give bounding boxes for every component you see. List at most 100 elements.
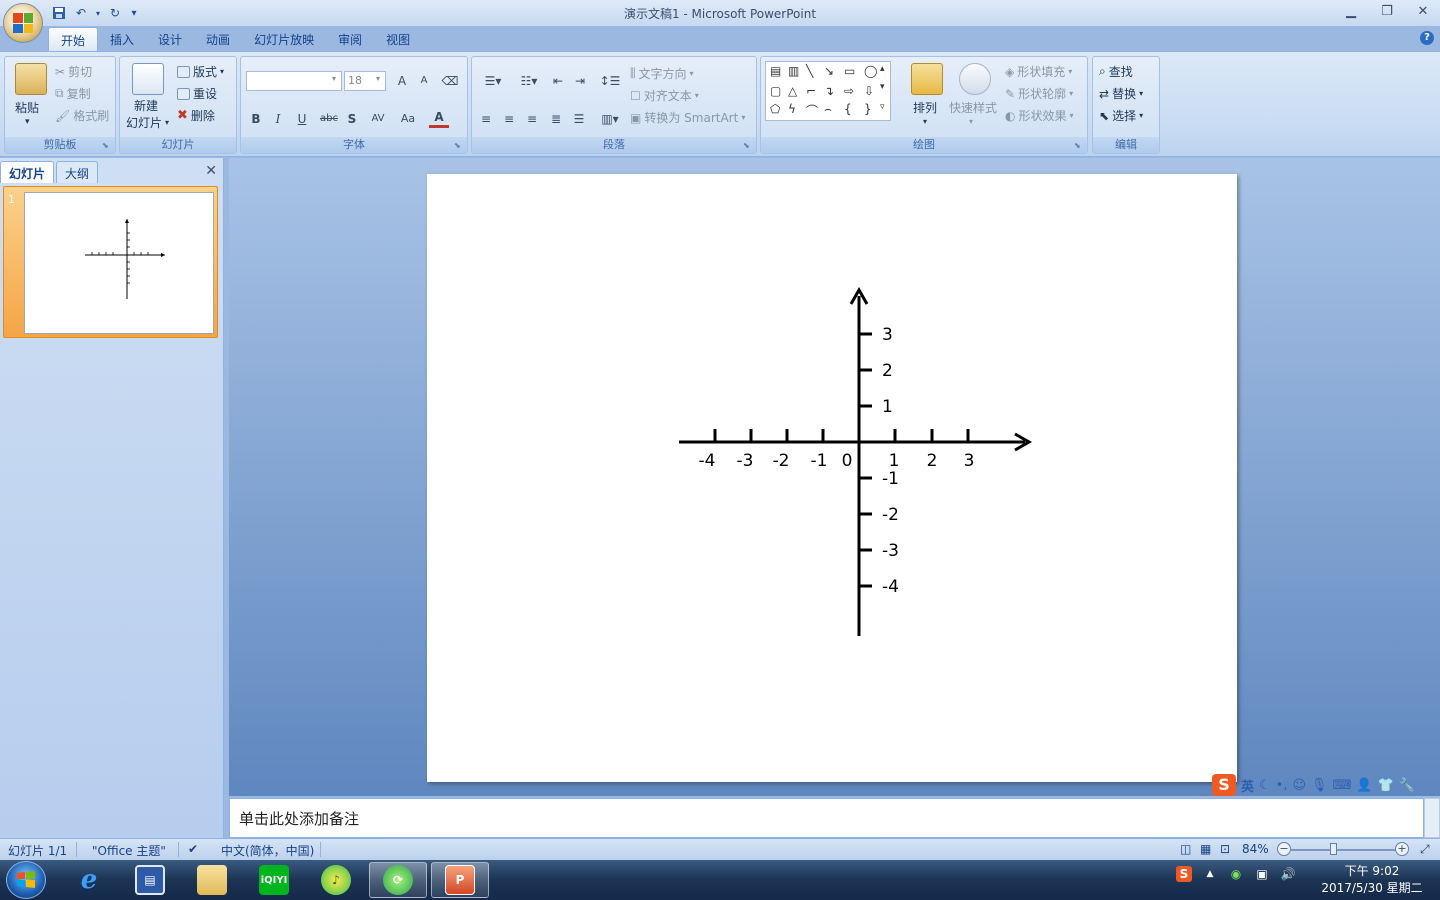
left-brace-shape-icon[interactable]: { bbox=[844, 102, 852, 116]
slideshow-view-icon[interactable]: ⊡ bbox=[1220, 842, 1230, 856]
justify-icon[interactable]: ≣ bbox=[546, 109, 566, 129]
shape-fill-button[interactable]: ◈ 形状填充 ▾ bbox=[1005, 63, 1072, 80]
elbow-arrow-shape-icon[interactable]: ↴ bbox=[824, 84, 834, 98]
change-case-button[interactable]: Aa bbox=[395, 109, 421, 129]
tab-outline-pane[interactable]: 大纲 bbox=[56, 161, 99, 183]
taskbar-internet-explorer[interactable]: e bbox=[60, 862, 118, 898]
format-painter-button[interactable]: 🖌 格式刷 bbox=[55, 107, 109, 124]
paste-button[interactable]: 粘贴 bbox=[15, 99, 39, 116]
fit-to-window-icon[interactable]: ⤢ bbox=[1420, 842, 1430, 857]
system-clock[interactable]: 下午 9:02 2017/5/30 星期二 bbox=[1312, 863, 1432, 897]
taskbar-iqiyi[interactable]: iQIYI bbox=[245, 862, 303, 898]
copy-button[interactable]: ⧉ 复制 bbox=[55, 85, 91, 102]
slide-sorter-view-icon[interactable]: ▦ bbox=[1200, 842, 1211, 856]
clipboard-launcher-icon[interactable]: ⬊ bbox=[102, 141, 112, 151]
sogou-tray-icon[interactable]: S bbox=[1176, 866, 1192, 882]
close-panel-icon[interactable]: ✕ bbox=[205, 163, 217, 179]
textbox-shape-icon[interactable]: ▤ bbox=[770, 64, 781, 78]
elbow-connector-shape-icon[interactable]: ⌐ bbox=[806, 84, 816, 98]
align-right-icon[interactable]: ≡ bbox=[522, 109, 542, 129]
underline-button[interactable]: U bbox=[292, 109, 312, 129]
notes-scrollbar[interactable] bbox=[1424, 798, 1440, 838]
emoji-icon[interactable]: ☺ bbox=[1292, 778, 1306, 793]
replace-button[interactable]: ⇄ 替换 ▾ bbox=[1099, 85, 1143, 102]
gallery-more-icon[interactable]: ▿ bbox=[880, 102, 885, 112]
help-icon[interactable]: ? bbox=[1420, 31, 1434, 45]
shape-outline-button[interactable]: ✎ 形状轮廓 ▾ bbox=[1005, 85, 1073, 102]
microphone-icon[interactable]: 🎙 bbox=[1311, 778, 1328, 793]
arc-shape-icon[interactable]: ⌢ bbox=[824, 102, 832, 117]
right-brace-shape-icon[interactable]: } bbox=[864, 102, 872, 116]
line-shape-icon[interactable]: ╲ bbox=[806, 64, 813, 78]
drawing-launcher-icon[interactable]: ⬊ bbox=[1074, 141, 1084, 151]
tab-animations[interactable]: 动画 bbox=[194, 27, 242, 51]
paste-icon[interactable] bbox=[15, 63, 47, 95]
gallery-scroll-down-icon[interactable]: ▾ bbox=[880, 82, 885, 92]
font-size-dropdown-icon[interactable]: ▾ bbox=[376, 74, 380, 83]
decrease-indent-icon[interactable]: ⇤ bbox=[548, 71, 568, 91]
volume-icon[interactable]: 🔊 bbox=[1280, 866, 1296, 882]
oval-shape-icon[interactable]: ◯ bbox=[864, 64, 877, 78]
sogou-logo-icon[interactable]: S bbox=[1212, 774, 1236, 796]
notes-pane[interactable]: 单击此处添加备注 bbox=[229, 798, 1424, 838]
cut-button[interactable]: ✂ 剪切 bbox=[55, 63, 92, 80]
user-icon[interactable]: 👤 bbox=[1356, 778, 1372, 793]
tab-view[interactable]: 视图 bbox=[374, 27, 422, 51]
arrange-icon[interactable] bbox=[911, 63, 943, 95]
layout-button[interactable]: 版式 ▾ bbox=[177, 63, 224, 80]
new-slide-button[interactable]: 新建 bbox=[134, 97, 158, 114]
rectangle-shape-icon[interactable]: ▭ bbox=[844, 64, 855, 78]
save-icon[interactable] bbox=[50, 4, 68, 22]
network-icon[interactable]: ▣ bbox=[1254, 866, 1270, 882]
taskbar-360-browser[interactable]: ⟳ bbox=[369, 862, 427, 898]
columns-icon[interactable]: ▥▾ bbox=[594, 109, 626, 129]
align-center-icon[interactable]: ≡ bbox=[499, 109, 519, 129]
restore-button[interactable]: ❐ bbox=[1376, 2, 1398, 22]
font-name-combo[interactable] bbox=[246, 71, 342, 91]
lightning-shape-icon[interactable]: ϟ bbox=[788, 102, 796, 116]
keyboard-icon[interactable]: ⌨ bbox=[1333, 778, 1352, 793]
clear-formatting-icon[interactable]: ⌫ bbox=[440, 71, 460, 91]
arrange-button[interactable]: 排列 bbox=[913, 99, 937, 116]
spell-check-icon[interactable]: ✔ bbox=[188, 842, 198, 856]
rounded-rect-shape-icon[interactable]: ▢ bbox=[770, 84, 781, 98]
tab-insert[interactable]: 插入 bbox=[98, 27, 146, 51]
shrink-font-button[interactable]: A bbox=[414, 71, 434, 91]
moon-icon[interactable]: ☾ bbox=[1259, 778, 1271, 793]
character-spacing-button[interactable]: AV bbox=[365, 109, 391, 129]
pentagon-shape-icon[interactable]: ⬠ bbox=[770, 102, 780, 116]
numbering-icon[interactable]: ☷▾ bbox=[512, 71, 546, 91]
ime-mode-toggle[interactable]: 英 bbox=[1241, 776, 1254, 795]
convert-smartart-button[interactable]: ▣ 转换为 SmartArt ▾ bbox=[630, 109, 745, 126]
close-button[interactable]: ✕ bbox=[1412, 2, 1434, 22]
text-direction-button[interactable]: ⫼ 文字方向 ▾ bbox=[630, 65, 694, 82]
taskbar-media-center[interactable]: ▤ bbox=[121, 862, 179, 898]
wrench-icon[interactable]: 🔧 bbox=[1399, 778, 1415, 793]
security-tray-icon[interactable]: ◉ bbox=[1228, 866, 1244, 882]
quick-styles-button[interactable]: 快速样式 bbox=[949, 99, 997, 116]
shape-effects-button[interactable]: ◐ 形状效果 ▾ bbox=[1005, 107, 1074, 124]
slide-thumbnail[interactable] bbox=[24, 192, 214, 334]
arrow-line-shape-icon[interactable]: ↘ bbox=[824, 64, 834, 78]
undo-icon[interactable]: ↶ bbox=[72, 4, 90, 22]
right-arrow-shape-icon[interactable]: ⇨ bbox=[844, 84, 854, 98]
paste-dropdown-icon[interactable]: ▾ bbox=[25, 117, 30, 127]
font-color-button[interactable]: A bbox=[429, 107, 449, 128]
strikethrough-button[interactable]: abc bbox=[316, 109, 342, 129]
shirt-icon[interactable]: 👕 bbox=[1378, 778, 1394, 793]
align-text-button[interactable]: ☐ 对齐文本 ▾ bbox=[630, 87, 699, 104]
punctuation-icon[interactable]: •, bbox=[1276, 778, 1288, 793]
taskbar-powerpoint[interactable]: P bbox=[431, 862, 489, 898]
office-button[interactable] bbox=[3, 3, 43, 43]
curve-shape-icon[interactable]: ⌒ bbox=[806, 102, 818, 119]
zoom-slider-thumb[interactable] bbox=[1330, 843, 1337, 855]
tab-slide-show[interactable]: 幻灯片放映 bbox=[242, 27, 326, 51]
taskbar-file-explorer[interactable] bbox=[183, 862, 241, 898]
tab-slides-pane[interactable]: 幻灯片 bbox=[0, 161, 55, 183]
minimize-button[interactable]: ▁ bbox=[1340, 2, 1362, 22]
find-button[interactable]: ⌕ 查找 bbox=[1099, 63, 1133, 80]
bullets-icon[interactable]: ☰▾ bbox=[476, 71, 510, 91]
tab-review[interactable]: 审阅 bbox=[326, 27, 374, 51]
zoom-out-button[interactable]: − bbox=[1277, 842, 1291, 856]
normal-view-icon[interactable]: ◫ bbox=[1180, 842, 1191, 856]
